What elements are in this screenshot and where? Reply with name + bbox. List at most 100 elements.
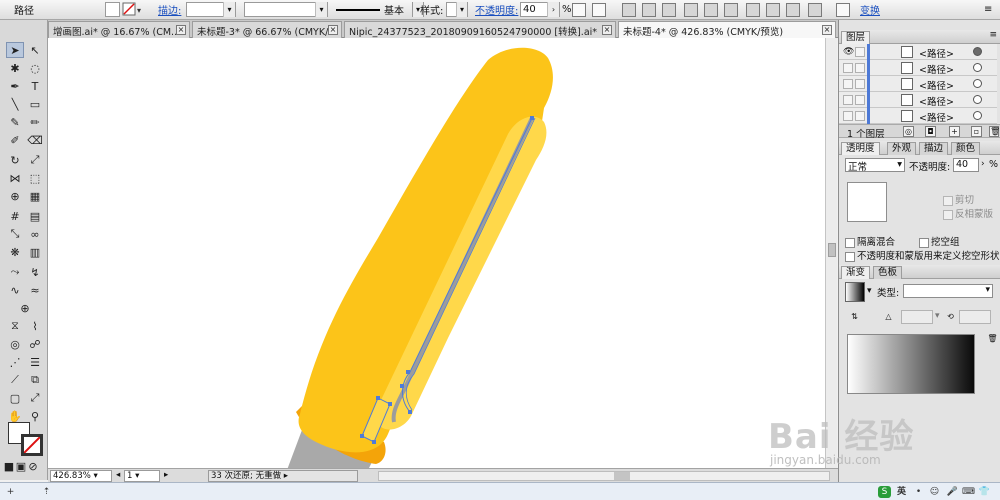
tab-appearance[interactable]: 外观 bbox=[887, 142, 917, 155]
artboard-field[interactable]: 1 ▾ bbox=[124, 470, 160, 482]
stroke-swatch-icon[interactable] bbox=[21, 434, 43, 456]
visibility-toggle[interactable] bbox=[843, 63, 853, 73]
ime-language[interactable]: 英 bbox=[895, 486, 908, 498]
list-tool-icon[interactable]: ☰ bbox=[26, 354, 44, 370]
target-icon[interactable] bbox=[973, 95, 982, 104]
close-icon[interactable]: × bbox=[176, 25, 186, 35]
panel-menu-icon[interactable]: ≡ bbox=[984, 2, 992, 17]
opacity-field[interactable]: 40 bbox=[953, 158, 979, 172]
none-mode-icon[interactable]: ⊘ bbox=[28, 458, 38, 474]
zoom-field[interactable]: 426.83% ▾ bbox=[50, 470, 112, 482]
stroke-swatch[interactable]: ▾ bbox=[122, 2, 146, 17]
plus-icon[interactable]: + bbox=[4, 486, 17, 498]
rectangle-tool-icon[interactable]: ▭ bbox=[26, 96, 44, 112]
tab-transparency[interactable]: 透明度 bbox=[841, 142, 880, 155]
align-middle-icon[interactable] bbox=[704, 3, 718, 17]
vertical-scrollbar[interactable] bbox=[825, 38, 837, 468]
slice-tool-icon[interactable]: ⧉ bbox=[26, 372, 44, 388]
line-tool-icon[interactable]: ╲ bbox=[6, 96, 24, 112]
align-center-icon[interactable] bbox=[642, 3, 656, 17]
isolate-blending-checkbox[interactable]: 隔离混合 bbox=[845, 234, 895, 248]
chevron-down-icon[interactable]: ▾ bbox=[223, 2, 235, 17]
align-top-icon[interactable] bbox=[684, 3, 698, 17]
locate-object-icon[interactable]: ◎ bbox=[903, 126, 914, 137]
eyedropper-2-tool-icon[interactable]: ⤢ bbox=[26, 390, 44, 406]
align-bottom-icon[interactable] bbox=[724, 3, 738, 17]
gradient-ramp[interactable] bbox=[847, 334, 975, 394]
chevron-down-icon[interactable]: ▾ bbox=[935, 311, 940, 321]
chevron-right-icon[interactable]: › bbox=[981, 159, 985, 169]
artwork[interactable] bbox=[48, 38, 825, 468]
tab-color[interactable]: 颜色 bbox=[951, 142, 981, 155]
variable-width-field[interactable]: ▾ bbox=[244, 2, 328, 17]
rotate-tool-icon[interactable]: ↻ bbox=[6, 152, 24, 168]
pen-tool-icon[interactable]: ✒ bbox=[6, 78, 24, 94]
gradient-slider-track[interactable] bbox=[847, 396, 975, 406]
history-status[interactable]: 33 次还原; 无重做 ▸ bbox=[208, 470, 358, 482]
type-tool-icon[interactable]: T bbox=[26, 78, 44, 94]
shirt-icon[interactable]: 👕 bbox=[978, 486, 991, 498]
opacity-input[interactable]: 40 › bbox=[520, 2, 560, 17]
close-icon[interactable]: × bbox=[602, 25, 612, 35]
lock-toggle[interactable] bbox=[855, 95, 865, 105]
pucker-tool-icon[interactable]: ☍ bbox=[26, 336, 44, 352]
paintbrush-tool-icon[interactable]: ✎ bbox=[6, 114, 24, 130]
distribute-top-icon[interactable] bbox=[746, 3, 760, 17]
next-artboard-icon[interactable]: ▸ bbox=[162, 470, 172, 482]
stroke-link[interactable]: 描边: bbox=[158, 2, 181, 17]
chart-tool-icon[interactable]: ⋰ bbox=[6, 354, 24, 370]
anchor-point[interactable] bbox=[360, 434, 364, 438]
target-icon[interactable] bbox=[973, 79, 982, 88]
new-layer-icon[interactable]: ▫ bbox=[971, 126, 982, 137]
brush-profile-preview[interactable]: 基本 bbox=[334, 2, 410, 17]
path-eraser-tool-icon[interactable]: ≈ bbox=[26, 282, 44, 298]
blend-tool-icon[interactable]: ∞ bbox=[26, 226, 44, 242]
gradient-type-select[interactable]: ▾ bbox=[903, 284, 993, 298]
layer-row[interactable]: 👁 <路径> bbox=[839, 44, 997, 60]
gradient-mode-icon[interactable]: ▣ bbox=[16, 458, 26, 474]
distribute-bottom-icon[interactable] bbox=[786, 3, 800, 17]
align-left-icon[interactable] bbox=[622, 3, 636, 17]
first-artboard-icon[interactable]: ◂ bbox=[114, 470, 124, 482]
anchor-point[interactable] bbox=[530, 116, 534, 120]
anchor-point[interactable] bbox=[372, 440, 376, 444]
direct-selection-tool-icon[interactable]: ↖ bbox=[26, 42, 44, 58]
twirl-tool-icon[interactable]: ◎ bbox=[6, 336, 24, 352]
punctuation-icon[interactable]: • bbox=[912, 486, 925, 498]
target-icon[interactable] bbox=[973, 47, 982, 56]
curvature-tool-icon[interactable]: ⤳ bbox=[6, 264, 24, 280]
ime-icon[interactable]: S bbox=[878, 486, 891, 498]
magic-wand-tool-icon[interactable]: ✱ bbox=[6, 60, 24, 76]
perspective-grid-tool-icon[interactable]: ▦ bbox=[26, 188, 44, 204]
transform-link[interactable]: 变换 bbox=[860, 2, 880, 17]
tab-swatches[interactable]: 色板 bbox=[873, 266, 903, 279]
distribute-center-icon[interactable] bbox=[766, 3, 780, 17]
new-sublayer-icon[interactable]: + bbox=[949, 126, 960, 137]
invert-mask-checkbox[interactable]: 反相蒙版 bbox=[943, 206, 993, 220]
recolor-icon[interactable] bbox=[572, 3, 586, 17]
keyboard-icon[interactable]: ⌨ bbox=[962, 486, 975, 498]
align-selection-icon[interactable] bbox=[592, 3, 606, 17]
stroke-weight-field[interactable]: ▾ bbox=[186, 2, 236, 17]
pen-body[interactable] bbox=[298, 47, 553, 453]
layer-row[interactable]: <路径> bbox=[839, 92, 997, 108]
trash-icon[interactable]: 🗑 bbox=[989, 126, 1000, 137]
scroll-thumb[interactable] bbox=[828, 243, 836, 257]
anchor-point[interactable] bbox=[376, 396, 380, 400]
layer-row[interactable]: <路径> bbox=[839, 60, 997, 76]
gradient-swatch[interactable] bbox=[845, 282, 865, 302]
canvas[interactable] bbox=[48, 38, 825, 468]
lasso-tool-icon[interactable]: ◌ bbox=[26, 60, 44, 76]
scroll-thumb[interactable] bbox=[614, 472, 630, 480]
chevron-down-icon[interactable]: ▾ bbox=[456, 2, 467, 17]
lock-toggle[interactable] bbox=[855, 79, 865, 89]
tab-layers[interactable]: 图层 bbox=[841, 31, 871, 44]
layer-name[interactable]: <路径> bbox=[919, 62, 954, 76]
shape-builder-tool-icon[interactable]: ⊕ bbox=[6, 188, 24, 204]
pencil-tool-icon[interactable]: ✏ bbox=[26, 114, 44, 130]
tab-document-4-active[interactable]: 未标题-4* @ 426.83% (CMYK/预览) × bbox=[618, 21, 836, 38]
anchor-point[interactable] bbox=[408, 410, 412, 414]
close-icon[interactable]: × bbox=[328, 25, 338, 35]
layer-row[interactable]: <路径> bbox=[839, 108, 997, 124]
selection-tool-icon[interactable]: ➤ bbox=[6, 42, 24, 58]
